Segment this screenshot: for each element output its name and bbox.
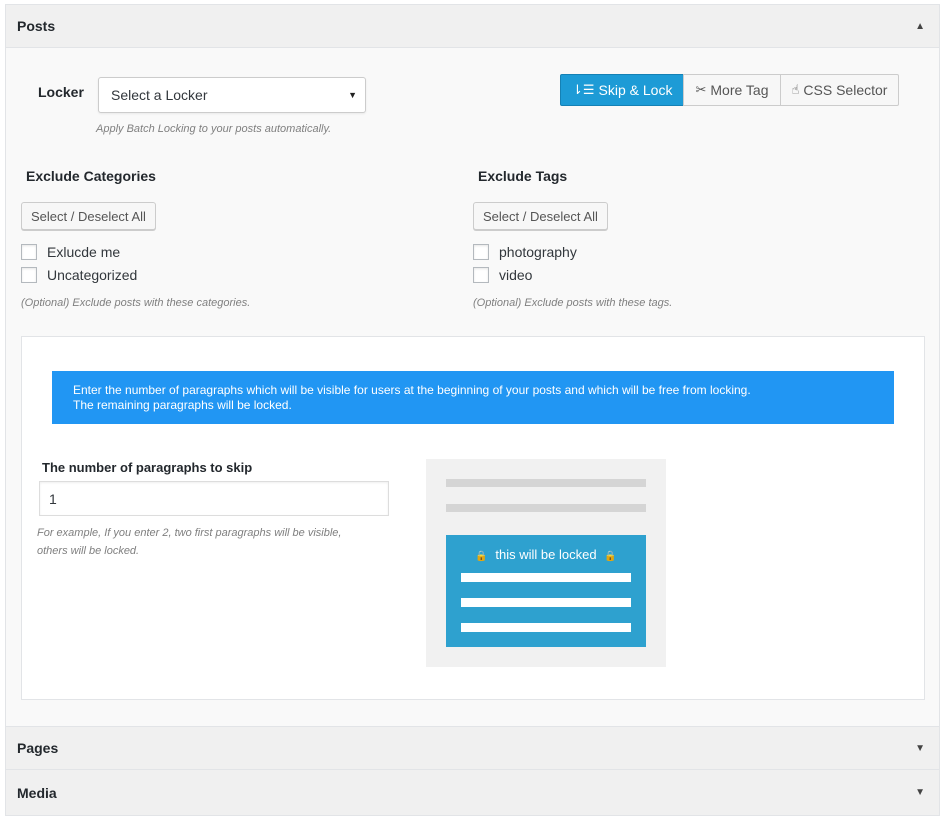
tag-item[interactable]: photography <box>473 244 577 260</box>
section-pages-title: Pages <box>17 740 59 756</box>
batch-lock-panel: Posts ▲ Locker Select a Locker ▼ Apply B… <box>5 4 940 816</box>
dropdown-caret-icon: ▼ <box>348 90 357 100</box>
skip-count-value: 1 <box>49 490 57 507</box>
skip-and-lock-label: Skip & Lock <box>598 82 673 98</box>
preview-locked-title: 🔒 this will be locked 🔒 <box>446 547 646 562</box>
skip-count-label: The number of paragraphs to skip <box>42 460 253 475</box>
pointer-hand-icon: ☝ <box>791 82 800 97</box>
category-checkbox[interactable] <box>21 244 37 260</box>
lock-preview: 🔒 this will be locked 🔒 <box>426 459 666 667</box>
info-line-2: The remaining paragraphs will be locked. <box>73 398 292 412</box>
lock-icon: 🔒 <box>604 551 617 562</box>
tag-item[interactable]: video <box>473 267 532 283</box>
skip-hint-line-1: For example, If you enter 2, two first p… <box>37 527 342 539</box>
sort-icon: ⇂☰ <box>572 82 595 97</box>
skip-count-input[interactable]: 1 <box>39 481 389 516</box>
exclude-categories-title: Exclude Categories <box>26 168 156 184</box>
categories-select-all-button[interactable]: Select / Deselect All <box>21 202 156 230</box>
expand-arrow-icon[interactable]: ▼ <box>915 743 925 754</box>
section-posts-header[interactable]: Posts ▲ <box>6 5 939 48</box>
preview-visible-line <box>446 479 646 487</box>
category-item[interactable]: Exlucde me <box>21 244 120 260</box>
tag-checkbox[interactable] <box>473 267 489 283</box>
section-media-title: Media <box>17 784 57 801</box>
mode-button-group: ⇂☰ Skip & Lock ✂ More Tag ☝ CSS Selector <box>560 74 900 106</box>
locker-select[interactable]: Select a Locker ▼ <box>98 77 366 113</box>
section-media-header[interactable]: Media ▼ <box>6 770 939 815</box>
category-checkbox[interactable] <box>21 267 37 283</box>
collapse-arrow-icon[interactable]: ▲ <box>915 21 925 32</box>
section-posts-title: Posts <box>17 18 56 34</box>
skip-and-lock-button[interactable]: ⇂☰ Skip & Lock <box>560 74 685 106</box>
tags-hint: (Optional) Exclude posts with these tags… <box>473 297 673 309</box>
skip-count-hint: For example, If you enter 2, two first p… <box>37 524 341 560</box>
locker-select-value: Select a Locker <box>111 87 208 103</box>
preview-locked-line <box>461 623 631 632</box>
css-selector-button[interactable]: ☝ CSS Selector <box>779 74 900 106</box>
exclude-tags-title: Exclude Tags <box>478 168 568 184</box>
tag-label: video <box>499 267 533 283</box>
locker-label: Locker <box>38 84 84 100</box>
category-label: Exlucde me <box>47 244 121 260</box>
skip-hint-line-2: others will be locked. <box>37 545 140 557</box>
info-line-1: Enter the number of paragraphs which wil… <box>73 383 751 397</box>
category-label: Uncategorized <box>47 267 138 283</box>
tags-select-all-button[interactable]: Select / Deselect All <box>473 202 608 230</box>
tag-label: photography <box>499 244 577 260</box>
lock-icon: 🔒 <box>475 551 488 562</box>
scissors-icon: ✂ <box>695 82 707 97</box>
categories-hint: (Optional) Exclude posts with these cate… <box>21 297 251 309</box>
more-tag-label: More Tag <box>710 82 769 98</box>
preview-locked-block: 🔒 this will be locked 🔒 <box>446 535 646 647</box>
tag-checkbox[interactable] <box>473 244 489 260</box>
preview-locked-label: this will be locked <box>495 547 597 562</box>
preview-visible-line <box>446 504 646 512</box>
more-tag-button[interactable]: ✂ More Tag <box>683 74 781 106</box>
expand-arrow-icon[interactable]: ▼ <box>915 787 925 798</box>
css-selector-label: CSS Selector <box>803 82 888 98</box>
preview-locked-line <box>461 573 631 582</box>
section-pages-header[interactable]: Pages ▼ <box>6 726 939 770</box>
info-bar: Enter the number of paragraphs which wil… <box>52 371 894 424</box>
locker-hint: Apply Batch Locking to your posts automa… <box>96 123 332 135</box>
preview-locked-line <box>461 598 631 607</box>
category-item[interactable]: Uncategorized <box>21 267 137 283</box>
